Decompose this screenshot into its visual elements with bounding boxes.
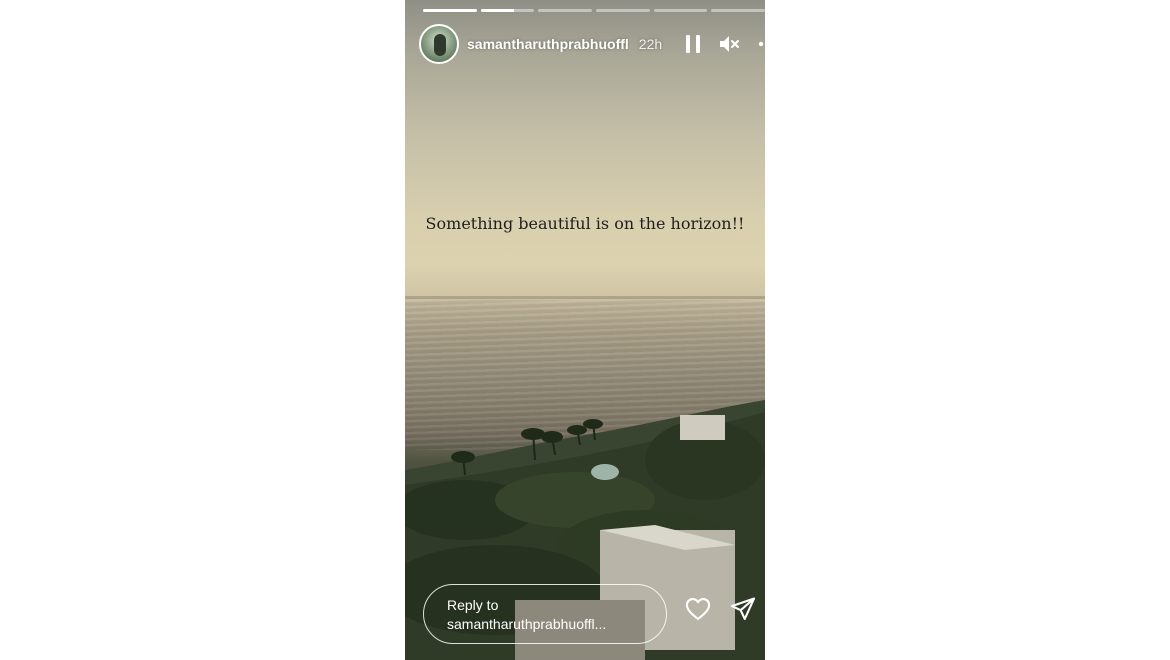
progress-segment	[423, 9, 477, 12]
progress-segment	[538, 9, 593, 12]
more-icon	[758, 41, 764, 47]
more-options-button[interactable]	[755, 32, 765, 56]
post-time: 22h	[638, 36, 663, 52]
story-viewer[interactable]: samantharuthprabhuoffl 22h Something bea…	[405, 0, 765, 660]
username-link[interactable]: samantharuthprabhuoffl	[467, 36, 629, 52]
reply-placeholder-line1: Reply to	[447, 597, 499, 613]
progress-segment	[653, 9, 708, 12]
mute-button[interactable]	[717, 32, 741, 56]
sea-horizon	[405, 296, 765, 299]
progress-segment	[711, 9, 765, 12]
story-caption: Something beautiful is on the horizon!!	[425, 214, 745, 233]
reply-placeholder-line2: samantharuthprabhuoffl...	[447, 616, 607, 632]
avatar[interactable]	[419, 24, 459, 64]
share-button[interactable]	[729, 595, 757, 623]
reply-input[interactable]: Reply to samantharuthprabhuoffl...	[423, 584, 667, 644]
speaker-muted-icon	[720, 36, 739, 52]
pause-icon	[686, 35, 700, 53]
story-progress-bar	[423, 9, 765, 12]
story-header: samantharuthprabhuoffl 22h	[419, 22, 765, 66]
pause-button[interactable]	[681, 32, 705, 56]
progress-segment	[480, 9, 535, 12]
send-icon	[730, 597, 756, 620]
progress-segment	[596, 9, 650, 12]
like-button[interactable]	[684, 595, 712, 623]
heart-icon	[685, 598, 711, 620]
